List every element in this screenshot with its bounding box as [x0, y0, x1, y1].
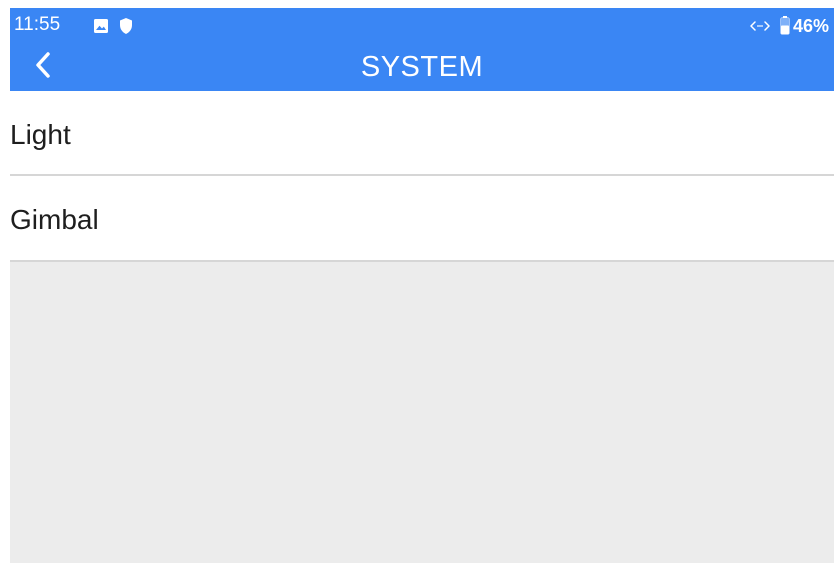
- menu-item-label: Light: [10, 119, 71, 150]
- title-row: SYSTEM: [10, 42, 834, 91]
- network-icon: [750, 21, 770, 31]
- menu-item-gimbal[interactable]: Gimbal: [10, 176, 834, 262]
- status-bar: 11:55 46%: [10, 8, 834, 42]
- page-title: SYSTEM: [360, 51, 484, 83]
- battery-icon: [780, 16, 790, 35]
- system-settings-screen: 11:55 46% SYSTEM Light Gimbal: [10, 8, 834, 563]
- app-header: 11:55 46% SYSTEM: [10, 8, 834, 91]
- gallery-icon: [94, 19, 108, 33]
- screen-frame: 11:55 46% SYSTEM Light Gimbal: [0, 0, 834, 563]
- settings-menu-list: Light Gimbal: [10, 91, 834, 262]
- battery-percentage: 46%: [793, 16, 830, 36]
- menu-item-light[interactable]: Light: [10, 91, 834, 176]
- menu-item-label: Gimbal: [10, 204, 99, 235]
- status-time: 11:55: [14, 14, 61, 35]
- shield-icon: [120, 18, 132, 34]
